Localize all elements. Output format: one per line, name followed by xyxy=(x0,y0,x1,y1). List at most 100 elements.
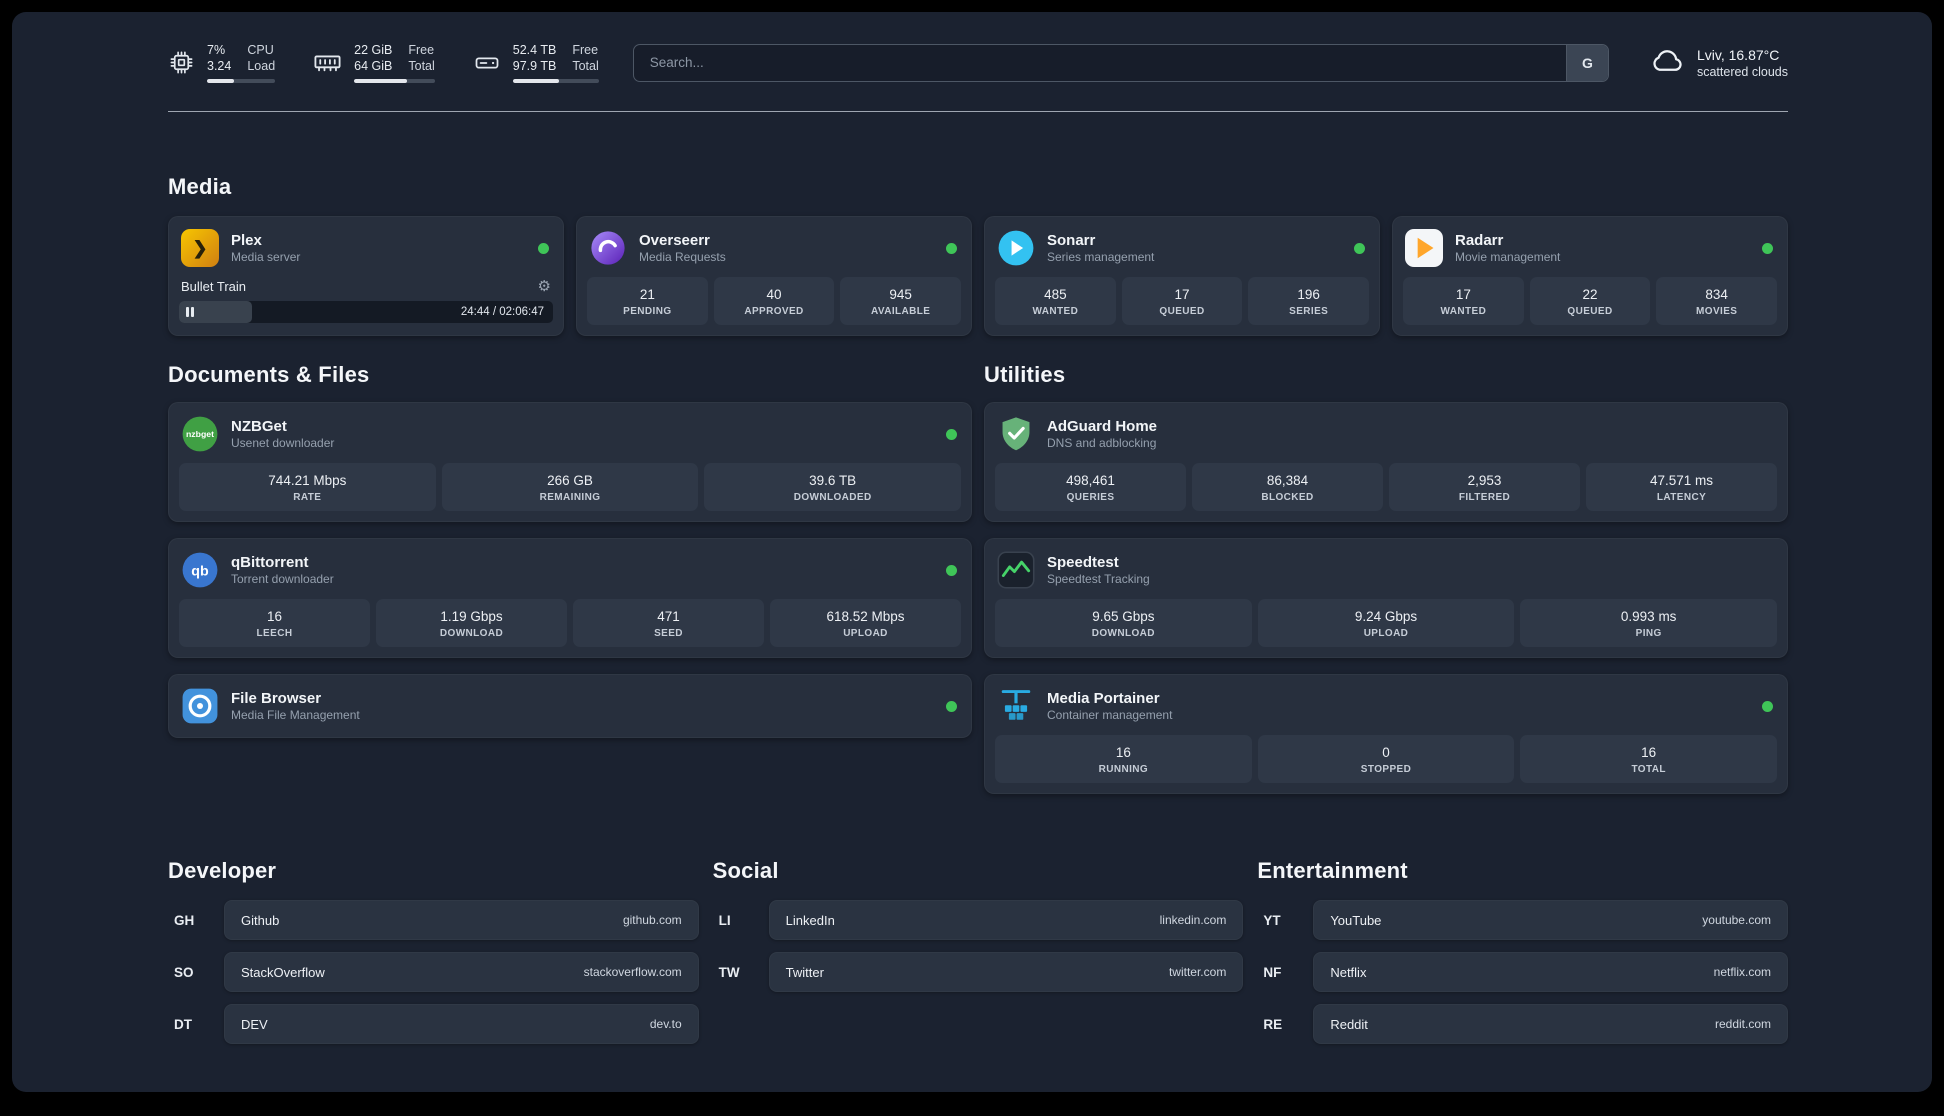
app-subtitle: Movie management xyxy=(1455,250,1561,264)
app-name: NZBGet xyxy=(231,418,287,435)
search-input[interactable] xyxy=(633,44,1566,81)
stat-label: WANTED xyxy=(1032,306,1079,317)
bookmark-link[interactable]: YouTube youtube.com xyxy=(1313,900,1788,940)
stat-value: 21 xyxy=(639,287,655,302)
bookmark-name: Github xyxy=(241,912,280,928)
stat-value: 16 xyxy=(1115,745,1131,760)
ram-icon xyxy=(313,48,342,77)
bookmark-link[interactable]: Twitter twitter.com xyxy=(768,952,1244,992)
ram-total-value: 64 GiB xyxy=(354,59,393,73)
stat-label: BLOCKED xyxy=(1261,492,1314,503)
app-name: Sonarr xyxy=(1047,232,1096,249)
overseerr-card[interactable]: Overseerr Media Requests 21 PENDING 40 A… xyxy=(576,216,972,336)
cpu-load-value: 3.24 xyxy=(207,59,232,73)
stat-tile: 485 WANTED xyxy=(995,277,1116,325)
playback-progress-bar[interactable]: 24:44 / 02:06:47 xyxy=(179,301,553,323)
status-dot xyxy=(1762,242,1773,254)
stat-label: QUEUED xyxy=(1567,306,1613,317)
radarr-card[interactable]: Radarr Movie management 17 WANTED 22 QUE… xyxy=(1392,216,1788,336)
stat-label: WANTED xyxy=(1440,306,1487,317)
stat-tile: 17 WANTED xyxy=(1403,277,1524,325)
playback-time: 24:44 / 02:06:47 xyxy=(460,306,544,318)
app-subtitle: Container management xyxy=(1047,708,1173,722)
svg-text:qb: qb xyxy=(191,564,209,580)
documents-section-title: Documents & Files xyxy=(168,362,370,387)
portainer-card[interactable]: Media Portainer Container management 16 … xyxy=(984,674,1788,794)
app-name: qBittorrent xyxy=(231,554,309,571)
stat-value: 498,461 xyxy=(1066,473,1115,488)
bookmark-abbr: RE xyxy=(1263,1016,1283,1032)
radarr-icon xyxy=(1405,229,1443,267)
nzbget-card[interactable]: nzbget NZBGet Usenet downloader 744.21 M… xyxy=(168,402,972,522)
filebrowser-card[interactable]: File Browser Media File Management xyxy=(168,674,972,738)
stat-value: 86,384 xyxy=(1266,473,1309,488)
app-subtitle: Usenet downloader xyxy=(231,436,335,450)
speedtest-card[interactable]: Speedtest Speedtest Tracking 9.65 Gbps D… xyxy=(984,538,1788,658)
bookmark-row: LI LinkedIn linkedin.com xyxy=(713,900,1244,940)
ram-usage-bar-fill xyxy=(354,79,407,83)
media-section-title: Media xyxy=(168,174,232,199)
stat-tile: 0.993 ms PING xyxy=(1520,599,1778,647)
stat-tile: 1.19 Gbps DOWNLOAD xyxy=(376,599,567,647)
stat-tile: 945 AVAILABLE xyxy=(840,277,962,325)
weather-widget[interactable]: Lviv, 16.87°C scattered clouds xyxy=(1649,42,1788,83)
stat-tile: 498,461 QUERIES xyxy=(995,463,1186,511)
bookmark-link[interactable]: LinkedIn linkedin.com xyxy=(768,900,1244,940)
gear-icon[interactable]: ⚙ xyxy=(538,279,551,294)
stat-tile: 618.52 Mbps UPLOAD xyxy=(770,599,961,647)
bookmark-group-title: Social xyxy=(712,858,779,883)
disk-usage-bar-fill xyxy=(512,79,560,83)
status-dot xyxy=(946,242,957,254)
app-name: Media Portainer xyxy=(1047,690,1160,707)
stat-value: 47.571 ms xyxy=(1649,473,1714,488)
stat-label: LEECH xyxy=(256,628,293,639)
stat-value: 744.21 Mbps xyxy=(268,473,347,488)
stat-value: 196 xyxy=(1297,287,1320,302)
qbittorrent-card[interactable]: qb qBittorrent Torrent downloader 16 LEE… xyxy=(168,538,972,658)
cpu-stat: 7% 3.24 CPU Load xyxy=(168,42,276,83)
stat-tile: 16 TOTAL xyxy=(1520,735,1778,783)
stat-label: RUNNING xyxy=(1098,764,1149,775)
documents-section: Documents & Files nzbget NZBGet Usenet d… xyxy=(168,362,972,794)
bookmark-link[interactable]: DEV dev.to xyxy=(224,1004,699,1044)
bookmark-link[interactable]: Github github.com xyxy=(224,900,699,940)
bookmark-name: StackOverflow xyxy=(241,964,325,980)
disk-stat: 52.4 TB 97.9 TB Free Total xyxy=(473,42,599,83)
stat-label: QUERIES xyxy=(1066,492,1115,503)
stat-tile: 744.21 Mbps RATE xyxy=(179,463,436,511)
plex-now-playing: Bullet Train ⚙ 24:44 / 02:06:47 xyxy=(179,277,553,323)
stat-label: QUEUED xyxy=(1159,306,1205,317)
bookmark-url: github.com xyxy=(622,913,682,927)
bookmark-abbr: SO xyxy=(174,964,194,980)
stat-tile: 16 RUNNING xyxy=(995,735,1252,783)
stat-value: 945 xyxy=(889,287,912,302)
svg-text:nzbget: nzbget xyxy=(186,429,214,439)
plex-chevron-glyph: ❯ xyxy=(192,237,208,258)
adguard-card[interactable]: AdGuard Home DNS and adblocking 498,461 … xyxy=(984,402,1788,522)
bookmark-link[interactable]: Reddit reddit.com xyxy=(1313,1004,1788,1044)
plex-card[interactable]: ❯ Plex Media server Bullet Train ⚙ 24:44… xyxy=(168,216,564,336)
stat-label: MOVIES xyxy=(1696,306,1738,317)
stat-tile: 21 PENDING xyxy=(587,277,708,325)
status-dot xyxy=(946,428,957,440)
bookmark-url: dev.to xyxy=(649,1017,682,1031)
stat-tile: 266 GB REMAINING xyxy=(441,463,699,511)
bookmark-link[interactable]: StackOverflow stackoverflow.com xyxy=(224,952,699,992)
bookmark-link[interactable]: Netflix netflix.com xyxy=(1313,952,1788,992)
bookmark-group-entertainment: Entertainment YT YouTube youtube.com NF … xyxy=(1257,858,1788,1044)
pause-icon[interactable] xyxy=(186,307,194,317)
bookmark-name: DEV xyxy=(241,1016,268,1032)
app-name: Overseerr xyxy=(639,232,710,249)
app-subtitle: Series management xyxy=(1047,250,1155,264)
bookmark-abbr: YT xyxy=(1263,912,1281,928)
sonarr-card[interactable]: Sonarr Series management 485 WANTED 17 Q… xyxy=(984,216,1380,336)
disk-usage-bar xyxy=(512,79,599,83)
stat-label: SEED xyxy=(654,628,683,639)
app-name: Plex xyxy=(231,232,262,249)
bookmark-group-developer: Developer GH Github github.com SO StackO… xyxy=(168,858,699,1044)
search-engine-button[interactable]: G xyxy=(1565,44,1608,81)
stat-value: 17 xyxy=(1174,287,1190,302)
ram-free-value: 22 GiB xyxy=(354,43,393,57)
stat-value: 16 xyxy=(266,609,283,624)
dashboard: 7% 3.24 CPU Load 22 GiB 64 GiB Free Tota… xyxy=(12,12,1932,1092)
